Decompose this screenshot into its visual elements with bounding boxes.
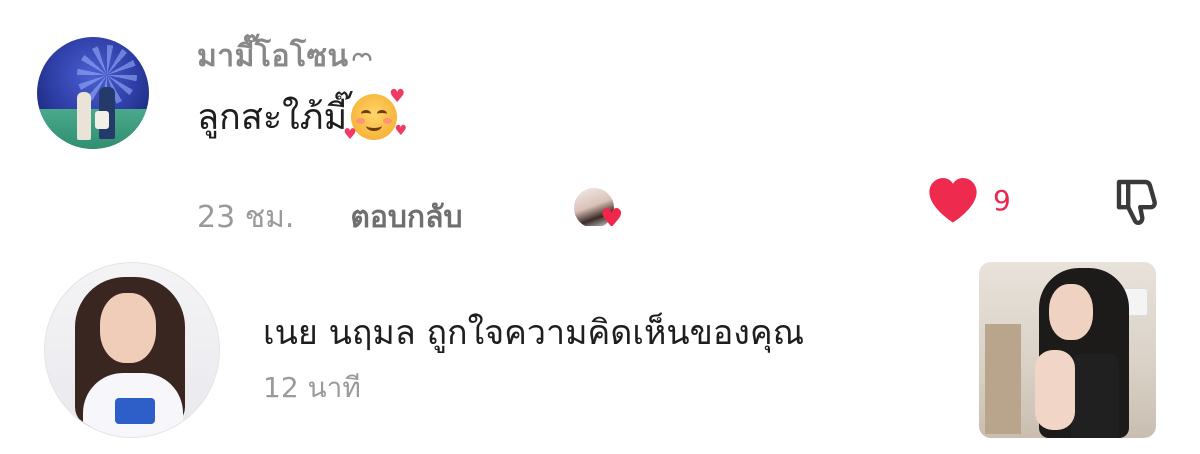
thumb-top bbox=[1071, 354, 1119, 438]
username-text: มามี๊โอโซน bbox=[197, 39, 349, 74]
avatar-grass bbox=[37, 109, 149, 149]
reply-button[interactable]: ตอบกลับ bbox=[350, 194, 462, 241]
commenter-username[interactable]: มามี๊โอโซน bbox=[197, 33, 373, 80]
thumb-face bbox=[1049, 284, 1093, 340]
creator-liked-badge: ♥ bbox=[572, 186, 634, 226]
commenter-avatar[interactable] bbox=[37, 37, 149, 149]
like-count: 9 bbox=[993, 184, 1011, 217]
smiling-face-with-hearts-icon: ♥ ♥ ♥ bbox=[343, 85, 408, 143]
avatar-face bbox=[100, 293, 156, 363]
avatar-shirt-logo bbox=[115, 398, 155, 424]
avatar-bag bbox=[95, 111, 109, 129]
thumb-arm bbox=[1035, 350, 1075, 430]
heart-icon: ♥ bbox=[600, 204, 624, 226]
comment-meta-row: 23 ชม. ตอบกลับ bbox=[197, 194, 463, 241]
liker-avatar[interactable] bbox=[44, 262, 220, 438]
comments-screen: มามี๊โอโซน ลูกสะใภ้มี๊ ♥ ♥ ♥ 23 ชม. ตอบกลั… bbox=[0, 0, 1200, 454]
dislike-thumb-icon[interactable] bbox=[1110, 176, 1164, 228]
video-thumbnail[interactable] bbox=[979, 262, 1156, 438]
notification-text[interactable]: เนย นฤมล ถูกใจความคิดเห็นของคุณ bbox=[263, 305, 804, 359]
notification-time: 12 นาที bbox=[263, 371, 361, 404]
thumb-shelf bbox=[985, 324, 1021, 434]
comment-text: ลูกสะใภ้มี๊ bbox=[197, 97, 348, 138]
small-heart-outline-icon bbox=[352, 52, 371, 61]
comment-body: ลูกสะใภ้มี๊ ♥ ♥ ♥ bbox=[197, 85, 408, 145]
comment-time: 23 ชม. bbox=[197, 200, 295, 235]
avatar-person bbox=[77, 92, 91, 140]
like-heart-icon[interactable] bbox=[926, 175, 980, 225]
